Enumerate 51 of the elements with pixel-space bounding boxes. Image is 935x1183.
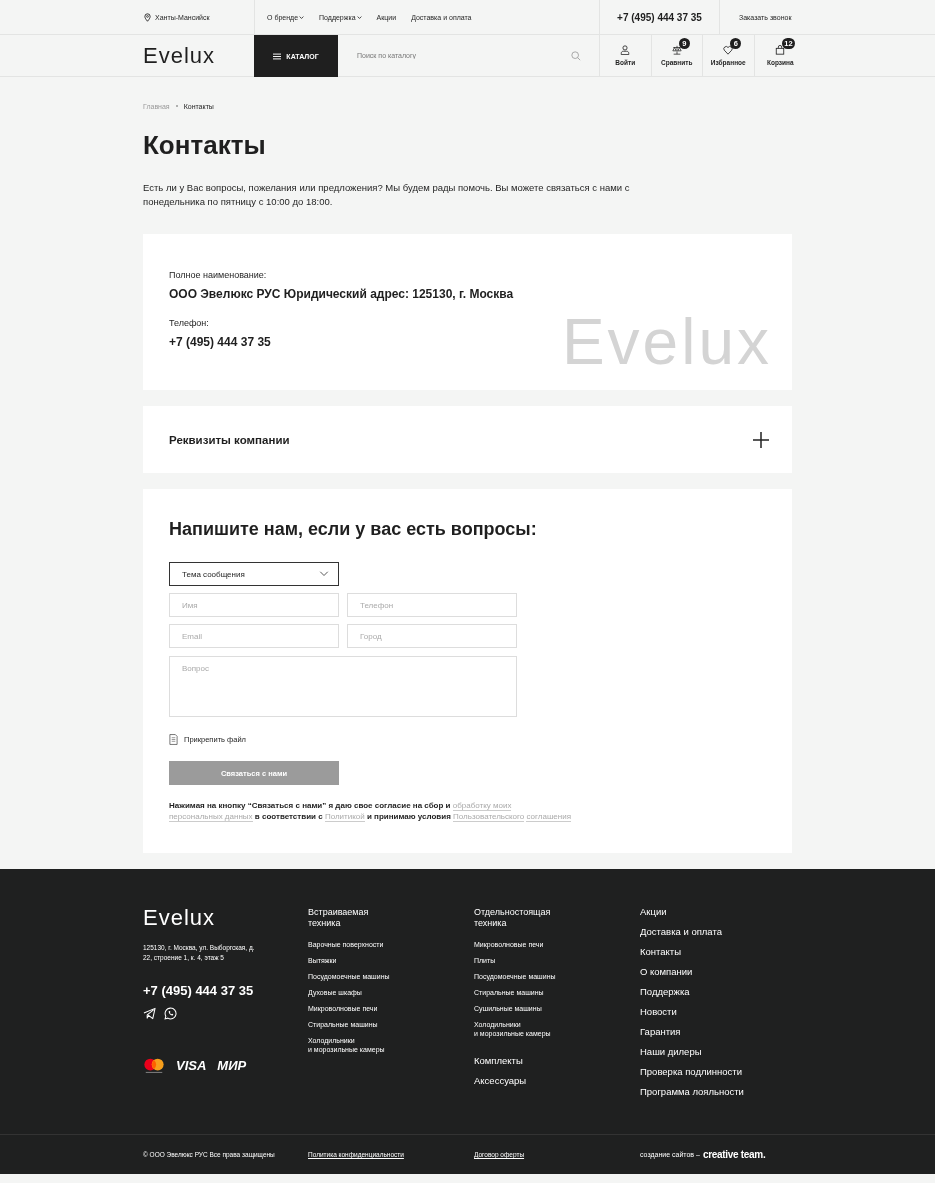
consent-text: Нажимая на кнопку “Связаться с нами” я даю свое согласие на сбор и обработку моих персональных данных в соответствии с Политикой и принимаю условия Пользовательского соглашения [169, 800, 572, 822]
footer-link[interactable]: Проверка подлинности [640, 1067, 744, 1078]
footer-phone[interactable]: +7 (495) 444 37 35 [143, 983, 308, 998]
footer-link[interactable]: Поддержка [640, 987, 744, 998]
accordion-title: Реквизиты компании [169, 433, 290, 446]
footer-link[interactable]: Гарантия [640, 1027, 744, 1038]
payment-logo: VISA [176, 1058, 207, 1073]
input-field[interactable]: Телефон [347, 593, 517, 617]
menu-icon [273, 52, 282, 60]
footer-link[interactable]: Контакты [640, 947, 744, 958]
field-value: ООО Эвелюкс РУС Юридический адрес: 125130, г. Москва [169, 287, 515, 301]
location-pin-icon [143, 12, 152, 22]
chevron-down-icon [319, 571, 329, 577]
footer-heading[interactable]: Встраиваемая техника [308, 907, 393, 928]
footer-link[interactable]: Доставка и оплата [640, 927, 744, 938]
phone-number[interactable]: +7 (495) 444 37 35 [600, 0, 720, 34]
logo[interactable]: Evelux [143, 44, 216, 67]
whatsapp-icon[interactable] [164, 1007, 177, 1020]
field-value: +7 (495) 444 37 35 [169, 335, 272, 349]
input-field[interactable]: Email [169, 624, 339, 648]
telegram-icon[interactable] [143, 1007, 156, 1020]
mastercard-icon [143, 1057, 165, 1074]
user-icon [620, 45, 631, 55]
page-title: Контакты [143, 130, 267, 160]
form-title: Напишите нам, если у вас есть вопросы: [169, 519, 538, 540]
footer-link[interactable]: Комплекты [474, 1055, 640, 1066]
footer-link[interactable]: О компании [640, 967, 744, 978]
topic-dropdown[interactable]: Тема сообщения [169, 562, 339, 586]
input-field[interactable]: Город [347, 624, 517, 648]
question-field[interactable]: Вопрос [169, 656, 517, 717]
footer-link[interactable]: Наши дилеры [640, 1047, 744, 1058]
footer-link[interactable]: Акции [640, 907, 744, 918]
payment-logo: МИР [217, 1058, 247, 1073]
chevron-down-icon [356, 14, 362, 20]
footer-link[interactable]: Программа лояльности [640, 1087, 744, 1098]
footer-logo[interactable]: Evelux [143, 907, 216, 929]
footer-heading[interactable]: Отдельностоящая техника [474, 907, 559, 928]
input-field[interactable]: Имя [169, 593, 339, 617]
footer-link[interactable]: Новости [640, 1007, 744, 1018]
intro-text: Есть ли у Вас вопросы, пожелания или предложения? Мы будем рады помочь. Вы можете связаться с нами с понедельника по пятницу с 10:00 до 18:00. [143, 181, 631, 209]
accordion-header[interactable]: Реквизиты компании [143, 406, 792, 473]
field-label: Полное наименование: [169, 270, 268, 280]
footer-link[interactable]: Аксессуары [474, 1076, 640, 1087]
chevron-down-icon [299, 14, 305, 20]
heart-icon [723, 45, 734, 55]
studio-logo[interactable]: creative team. [702, 1149, 766, 1160]
search-icon [571, 50, 581, 61]
scales-icon [671, 45, 682, 55]
shopping-bag-icon [775, 45, 786, 55]
field-label: Телефон: [169, 318, 210, 328]
document-icon [169, 734, 178, 745]
